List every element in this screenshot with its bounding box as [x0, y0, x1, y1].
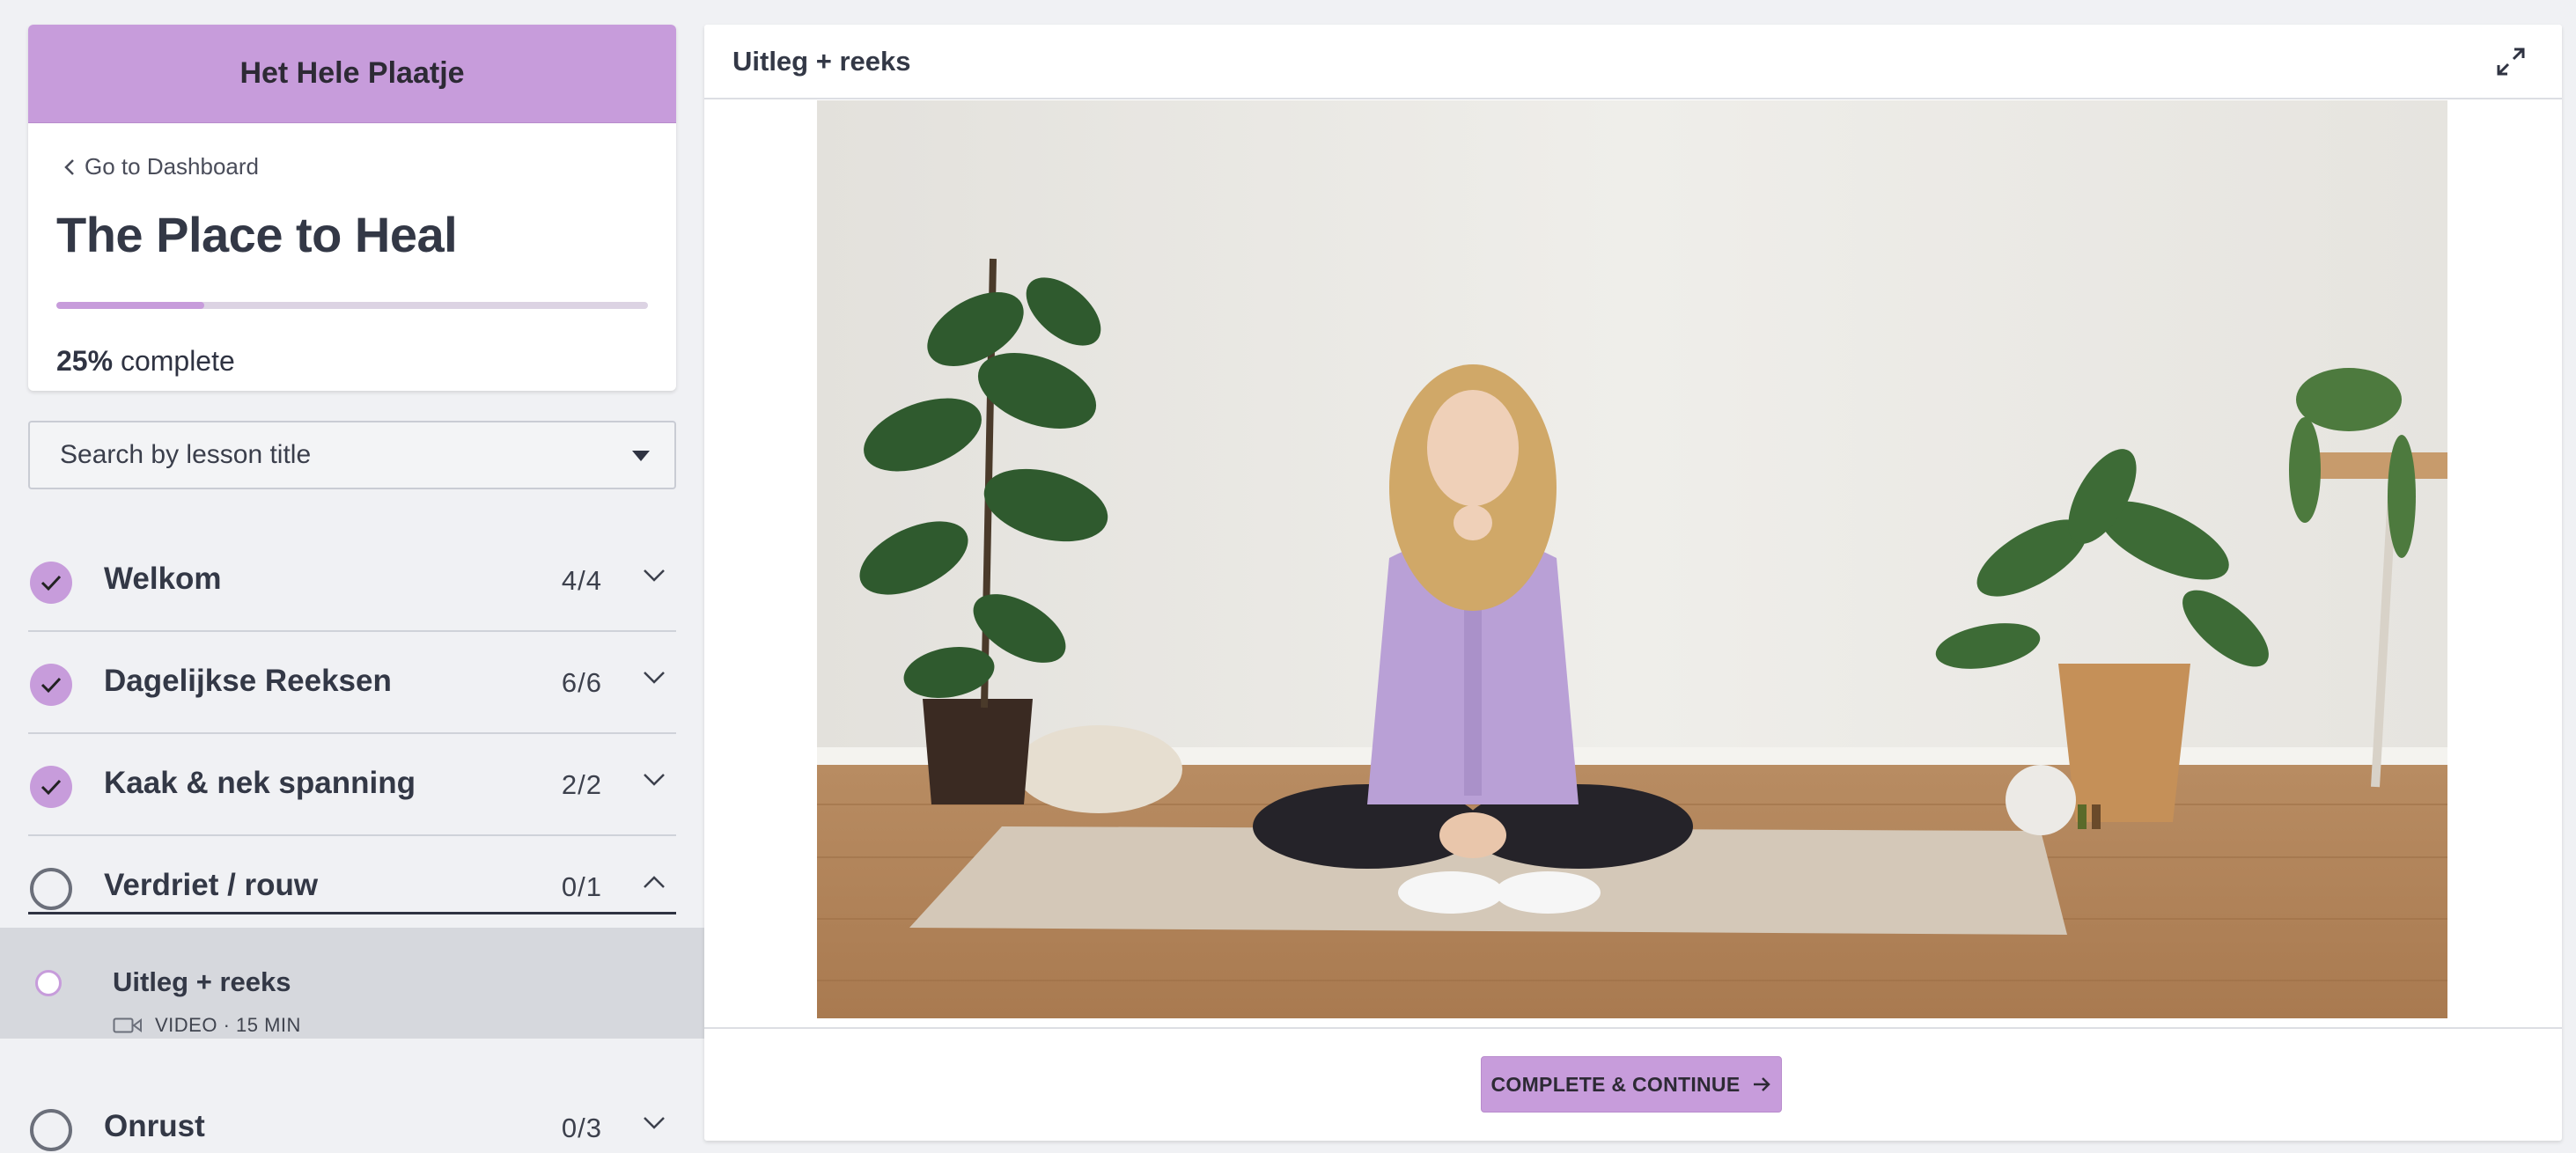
chapter-kaak-nek-spanning[interactable]: Kaak & nek spanning 2/2: [28, 732, 676, 834]
course-title: The Place to Heal: [56, 207, 458, 262]
progress-suffix: complete: [120, 345, 235, 377]
lesson-footer: COMPLETE & CONTINUE: [704, 1027, 2562, 1141]
go-to-dashboard-link[interactable]: Go to Dashboard: [62, 153, 259, 180]
chapter-title: Onrust: [104, 1109, 205, 1143]
lesson-meta: VIDEO · 15 MIN: [113, 1014, 301, 1037]
progress-percent: 25%: [56, 345, 114, 377]
lesson-header-title: Uitleg + reeks: [732, 45, 911, 77]
chapter-complete-check: [30, 664, 72, 706]
progress-bar: [56, 302, 648, 309]
video-container: [704, 100, 2562, 1028]
lesson-title: Uitleg + reeks: [113, 966, 291, 997]
lesson-header: Uitleg + reeks: [704, 25, 2562, 99]
school-name[interactable]: Het Hele Plaatje: [28, 25, 676, 123]
check-icon: [40, 575, 62, 591]
progress-bar-fill: [56, 302, 204, 309]
chevron-up-icon[interactable]: [643, 875, 666, 889]
lesson-incomplete-circle: [35, 970, 62, 996]
chapter-onrust[interactable]: Onrust 0/3: [28, 1076, 676, 1153]
chapter-title: Welkom: [104, 562, 222, 596]
chapter-title: Verdriet / rouw: [104, 868, 319, 902]
chapter-incomplete-circle: [30, 1109, 72, 1151]
lesson-content-panel: Uitleg + reeks COMPLETE & CONTINUE: [704, 25, 2562, 1141]
chapter-title: Dagelijkse Reeksen: [104, 664, 392, 698]
chapter-complete-check: [30, 766, 72, 808]
video-camera-icon: [113, 1017, 142, 1033]
course-sidebar: Het Hele Plaatje Go to Dashboard The Pla…: [0, 25, 704, 1153]
video-frame-illustration: [817, 100, 2447, 1018]
chapter-incomplete-circle: [30, 868, 72, 910]
chapter-verdriet-rouw[interactable]: Verdriet / rouw 0/1: [28, 834, 676, 936]
check-icon: [40, 677, 62, 694]
go-to-dashboard-label: Go to Dashboard: [85, 153, 260, 180]
chapter-count: 0/1: [561, 871, 602, 902]
progress-text: 25% complete: [56, 345, 235, 378]
chevron-left-icon: [64, 158, 74, 175]
chapter-count: 2/2: [561, 769, 602, 800]
chapter-title: Kaak & nek spanning: [104, 766, 416, 800]
chevron-down-icon[interactable]: [643, 671, 666, 685]
chevron-down-icon[interactable]: [643, 773, 666, 787]
lesson-search-placeholder: Search by lesson title: [60, 440, 312, 469]
lesson-search-dropdown[interactable]: Search by lesson title: [28, 421, 676, 489]
chapter-dagelijkse-reeksen[interactable]: Dagelijkse Reeksen 6/6: [28, 630, 676, 732]
caret-down-icon: [632, 451, 650, 461]
lesson-meta-text: VIDEO · 15 MIN: [155, 1014, 301, 1036]
chapter-count: 6/6: [561, 667, 602, 698]
expand-icon[interactable]: [2493, 44, 2528, 79]
video-player[interactable]: [817, 100, 2447, 1018]
chapter-count: 0/3: [561, 1113, 602, 1143]
chevron-down-icon[interactable]: [643, 569, 666, 583]
chapter-complete-check: [30, 562, 72, 604]
chapter-divider-active: [28, 912, 676, 914]
arrow-right-icon: [1754, 1077, 1771, 1091]
complete-and-continue-button[interactable]: COMPLETE & CONTINUE: [1481, 1056, 1782, 1113]
lesson-item-active[interactable]: Uitleg + reeks VIDEO · 15 MIN: [0, 928, 704, 1039]
complete-and-continue-label: COMPLETE & CONTINUE: [1490, 1072, 1741, 1096]
chapter-welkom[interactable]: Welkom 4/4: [28, 528, 676, 630]
check-icon: [40, 779, 62, 796]
chapter-count: 4/4: [561, 565, 602, 596]
chevron-down-icon[interactable]: [643, 1116, 666, 1130]
